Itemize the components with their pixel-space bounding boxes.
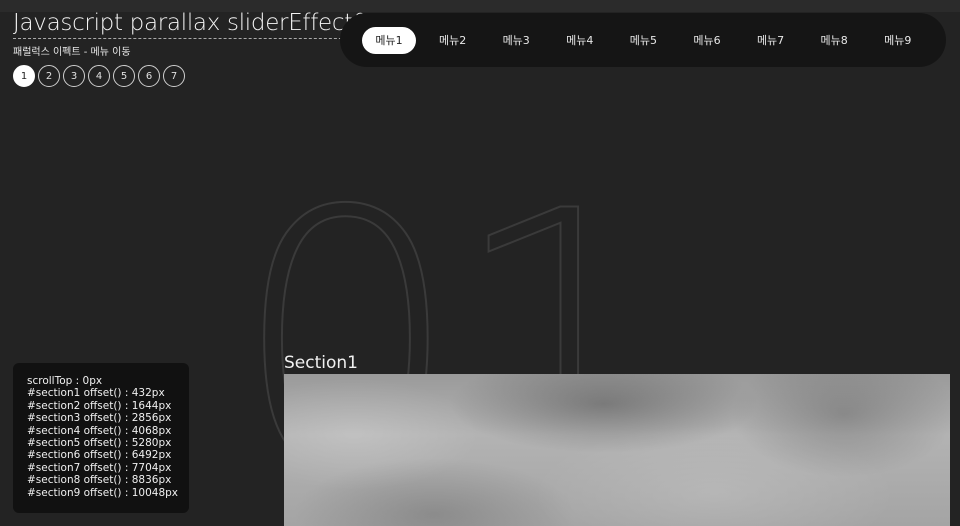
section4-offset: #section4 offset() : 4068px	[27, 424, 172, 437]
site-subtitle: 패럴럭스 이펙트 - 메뉴 이동	[13, 47, 131, 58]
header: Javascript parallax sliderEffect01 패럴럭스 …	[13, 8, 382, 87]
section-title: Section1	[284, 353, 358, 373]
page-dot-7[interactable]: 7	[163, 65, 185, 87]
nav-item-menu4[interactable]: 메뉴4	[553, 27, 607, 54]
page-dot-6[interactable]: 6	[138, 65, 160, 87]
scroll-info-panel: scrollTop : 0px #section1 offset() : 432…	[13, 363, 189, 513]
section6-offset: #section6 offset() : 6492px	[27, 449, 172, 462]
section3-offset: #section3 offset() : 2856px	[27, 412, 172, 425]
page-dots: 1 2 3 4 5 6 7	[13, 65, 363, 87]
section9-offset: #section9 offset() : 10048px	[27, 486, 179, 499]
main-nav: 메뉴1 메뉴2 메뉴3 메뉴4 메뉴5 메뉴6 메뉴7 메뉴8 메뉴9	[340, 13, 946, 67]
section-image	[284, 374, 950, 526]
page-dot-2[interactable]: 2	[38, 65, 60, 87]
page-dot-4[interactable]: 4	[88, 65, 110, 87]
nav-item-menu7[interactable]: 메뉴7	[744, 27, 798, 54]
page-dot-1[interactable]: 1	[13, 65, 35, 87]
nav-item-menu8[interactable]: 메뉴8	[807, 27, 861, 54]
section2-offset: #section2 offset() : 1644px	[27, 399, 172, 412]
page-dot-5[interactable]: 5	[113, 65, 135, 87]
page-dot-3[interactable]: 3	[63, 65, 85, 87]
scrolltop-readout: scrollTop : 0px	[27, 375, 103, 387]
section1-offset: #section1 offset() : 432px	[27, 387, 165, 400]
nav-item-menu5[interactable]: 메뉴5	[616, 27, 670, 54]
nav-item-menu6[interactable]: 메뉴6	[680, 27, 734, 54]
section7-offset: #section7 offset() : 7704px	[27, 461, 172, 474]
site-title[interactable]: Javascript parallax sliderEffect01	[13, 8, 382, 39]
nav-item-menu9[interactable]: 메뉴9	[871, 27, 925, 54]
nav-item-menu2[interactable]: 메뉴2	[426, 27, 480, 54]
section5-offset: #section5 offset() : 5280px	[27, 437, 172, 450]
section8-offset: #section8 offset() : 8836px	[27, 474, 172, 487]
nav-item-menu3[interactable]: 메뉴3	[489, 27, 543, 54]
nav-item-menu1[interactable]: 메뉴1	[362, 26, 416, 54]
